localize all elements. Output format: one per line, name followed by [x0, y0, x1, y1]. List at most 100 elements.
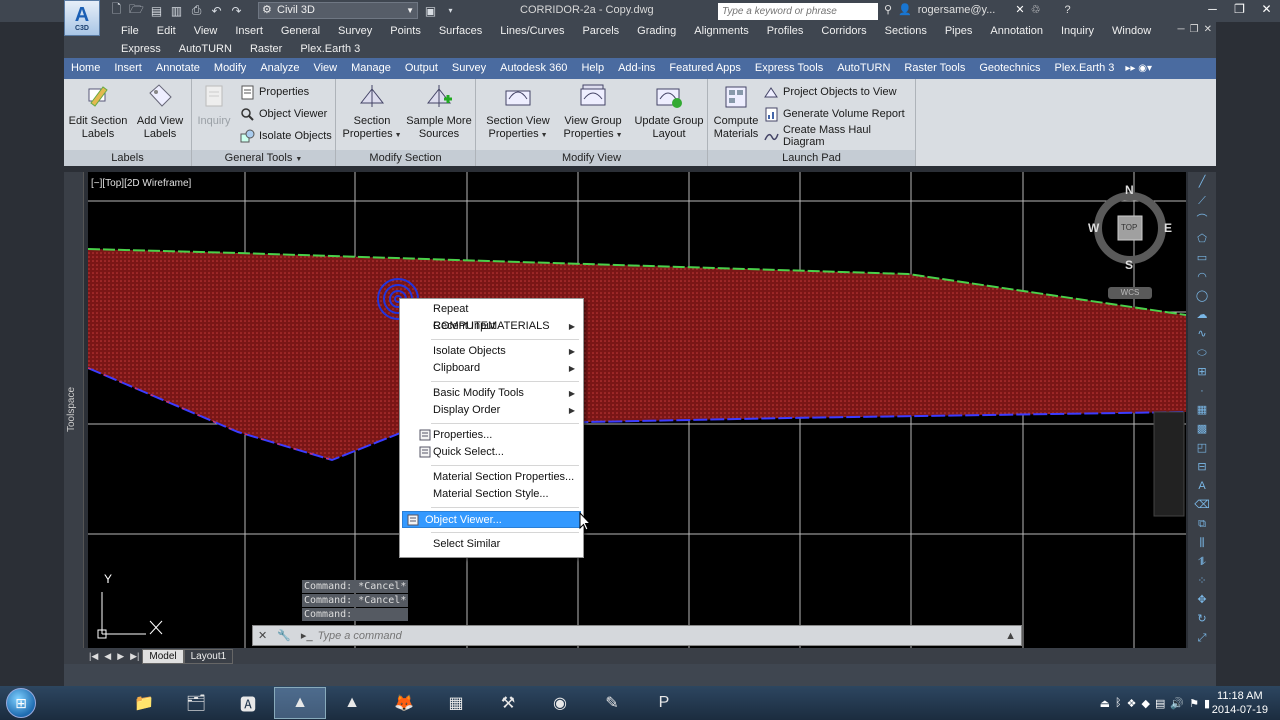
tab-autodesk-360[interactable]: Autodesk 360 — [493, 58, 574, 79]
viewcube[interactable]: N S W E TOP WCS — [1088, 182, 1180, 302]
table-icon[interactable]: ⊟ — [1192, 458, 1212, 476]
redo-icon[interactable]: ↷ — [228, 2, 245, 19]
menu-surfaces[interactable]: Surfaces — [430, 24, 491, 38]
last-tab-icon[interactable]: ▶| — [127, 651, 142, 662]
material-section-fill[interactable] — [88, 249, 1186, 460]
ellipse-icon[interactable]: ⬭ — [1192, 344, 1212, 362]
tab-modify[interactable]: Modify — [207, 58, 253, 79]
taskbar-firefox-icon[interactable]: 🦊 — [378, 687, 430, 719]
wrench-icon[interactable]: 🔧 — [272, 629, 296, 642]
taskbar-chrome-icon[interactable]: ◉ — [534, 687, 586, 719]
taskbar-tool-icon[interactable]: ⚒ — [482, 687, 534, 719]
qat-dropdown-icon[interactable]: ▾ — [442, 2, 459, 19]
menu-annotation[interactable]: Annotation — [981, 24, 1052, 38]
context-menu-item-repeat-computematerials[interactable]: Repeat COMPUTEMATERIALS — [402, 301, 581, 332]
menu-corridors[interactable]: Corridors — [812, 24, 875, 38]
menu-grading[interactable]: Grading — [628, 24, 685, 38]
compass-north[interactable]: N — [1125, 183, 1134, 197]
wcs-menu[interactable]: WCS — [1108, 287, 1152, 299]
open-file-icon[interactable]: 🗁 — [128, 2, 145, 19]
menu-raster[interactable]: Raster — [241, 42, 291, 56]
tray-antivirus-icon[interactable]: ◆ — [1141, 697, 1149, 710]
tab-express-tools[interactable]: Express Tools — [748, 58, 830, 79]
toolspace-palette[interactable]: Toolspace — [64, 172, 84, 662]
search-input[interactable] — [718, 3, 878, 20]
tray-bluetooth-icon[interactable]: ᛒ — [1115, 697, 1122, 709]
compass-east[interactable]: E — [1164, 221, 1172, 235]
viewport-controls-label[interactable]: [−][Top][2D Wireframe] — [91, 178, 191, 189]
tab-home[interactable]: Home — [64, 58, 107, 79]
menu-profiles[interactable]: Profiles — [758, 24, 813, 38]
application-menu-button[interactable]: A C3D — [64, 0, 100, 36]
save-as-icon[interactable]: ▥ — [168, 2, 185, 19]
tab-geotechnics[interactable]: Geotechnics — [972, 58, 1047, 79]
taskbar-civil3d-icon[interactable]: ▲ — [326, 687, 378, 719]
undo-icon[interactable]: ↶ — [208, 2, 225, 19]
revcloud-icon[interactable]: ☁ — [1192, 306, 1212, 324]
tab-layout1[interactable]: Layout1 — [183, 648, 234, 664]
context-menu-item-display-order[interactable]: Display Order ▶ — [402, 402, 581, 419]
user-name[interactable]: rogersame@y... — [918, 4, 996, 16]
update-group-layout-button[interactable]: Update Group Layout — [634, 81, 704, 141]
viewcube-top-face[interactable]: TOP — [1121, 223, 1137, 232]
context-menu-item-select-similar[interactable]: Select Similar — [402, 536, 581, 553]
context-menu-item-material-section-style[interactable]: Material Section Style... — [402, 486, 581, 503]
menu-view[interactable]: View — [185, 24, 227, 38]
hatch-icon[interactable]: ▦ — [1192, 401, 1212, 419]
taskbar-autocad-3d-icon[interactable]: 🅰 — [222, 687, 274, 719]
tray-flag-icon[interactable]: ⚑ — [1189, 697, 1199, 710]
save-icon[interactable]: ▤ — [148, 2, 165, 19]
prev-tab-icon[interactable]: ◀ — [101, 651, 114, 662]
menu-plex-earth-3[interactable]: Plex.Earth 3 — [291, 42, 369, 56]
sample-more-sources-button[interactable]: Sample More Sources — [406, 81, 472, 141]
mdi-close-icon[interactable]: ✕ — [1204, 24, 1212, 35]
taskbar-powerpoint-icon[interactable]: P — [638, 687, 690, 719]
view-group-properties-button[interactable]: View Group Properties ▼ — [560, 81, 626, 142]
create-mass-haul-diagram-button[interactable]: Create Mass Haul Diagram — [764, 124, 915, 148]
close-icon[interactable]: ✕ — [1253, 0, 1280, 20]
arc-icon[interactable]: ◠ — [1192, 268, 1212, 286]
user-icon[interactable]: 👤 — [898, 3, 912, 16]
point-icon[interactable]: · — [1192, 382, 1212, 400]
tab-autoturn[interactable]: AutoTURN — [830, 58, 897, 79]
menu-survey[interactable]: Survey — [329, 24, 381, 38]
taskbar-explorer-icon[interactable]: 📁 — [118, 687, 170, 719]
section-properties-button[interactable]: Section Properties ▼ — [342, 81, 402, 142]
menu-file[interactable]: File — [112, 24, 148, 38]
binoculars-icon[interactable]: ⚲ — [884, 3, 892, 16]
tab-help[interactable]: Help — [574, 58, 611, 79]
new-file-icon[interactable]: 🗋 — [108, 2, 125, 19]
tab-plex-earth-3[interactable]: Plex.Earth 3 — [1047, 58, 1121, 79]
spline-icon[interactable]: ∿ — [1192, 325, 1212, 343]
construction-line-icon[interactable]: ⟋ — [1192, 192, 1212, 210]
tab-add-ins[interactable]: Add-ins — [611, 58, 662, 79]
rotate-icon[interactable]: ↻ — [1192, 610, 1212, 628]
history-up-icon[interactable]: ▲ — [1000, 630, 1021, 642]
circle-icon[interactable]: ◯ — [1192, 287, 1212, 305]
taskbar-civil3d-active-icon[interactable]: ▲ — [274, 687, 326, 719]
start-button[interactable]: ⊞ — [0, 686, 42, 720]
isolate-objects-button[interactable]: Isolate Objects — [240, 126, 332, 146]
add-view-labels-button[interactable]: Add View Labels — [132, 81, 188, 141]
menu-window[interactable]: Window — [1103, 24, 1160, 38]
mirror-icon[interactable]: ⫼ — [1192, 534, 1212, 552]
menu-sections[interactable]: Sections — [876, 24, 936, 38]
tab-annotate[interactable]: Annotate — [149, 58, 207, 79]
plot-icon[interactable]: ▣ — [422, 2, 439, 19]
tab-survey[interactable]: Survey — [445, 58, 493, 79]
first-tab-icon[interactable]: |◀ — [86, 651, 101, 662]
maximize-icon[interactable]: ❐ — [1226, 0, 1253, 20]
tab-featured-apps[interactable]: Featured Apps — [662, 58, 748, 79]
menu-edit[interactable]: Edit — [148, 24, 185, 38]
mdi-restore-icon[interactable]: ❐ — [1190, 24, 1199, 35]
object-viewer-button[interactable]: Object Viewer — [240, 104, 327, 124]
taskbar-clock[interactable]: 11:18 AM 2014-07-19 — [1212, 689, 1268, 717]
context-menu-item-basic-modify-tools[interactable]: Basic Modify Tools ▶ — [402, 385, 581, 402]
context-menu-item-isolate-objects[interactable]: Isolate Objects ▶ — [402, 343, 581, 360]
general-tools-panel-label[interactable]: General Tools ▼ — [192, 150, 335, 166]
workspace-selector[interactable]: ⚙ Civil 3D ▼ — [258, 2, 418, 19]
tray-power-icon[interactable]: ▮ — [1204, 697, 1210, 710]
minimize-icon[interactable]: ─ — [1199, 0, 1226, 20]
move-icon[interactable]: ✥ — [1192, 591, 1212, 609]
inquiry-button[interactable]: Inquiry — [194, 81, 234, 128]
